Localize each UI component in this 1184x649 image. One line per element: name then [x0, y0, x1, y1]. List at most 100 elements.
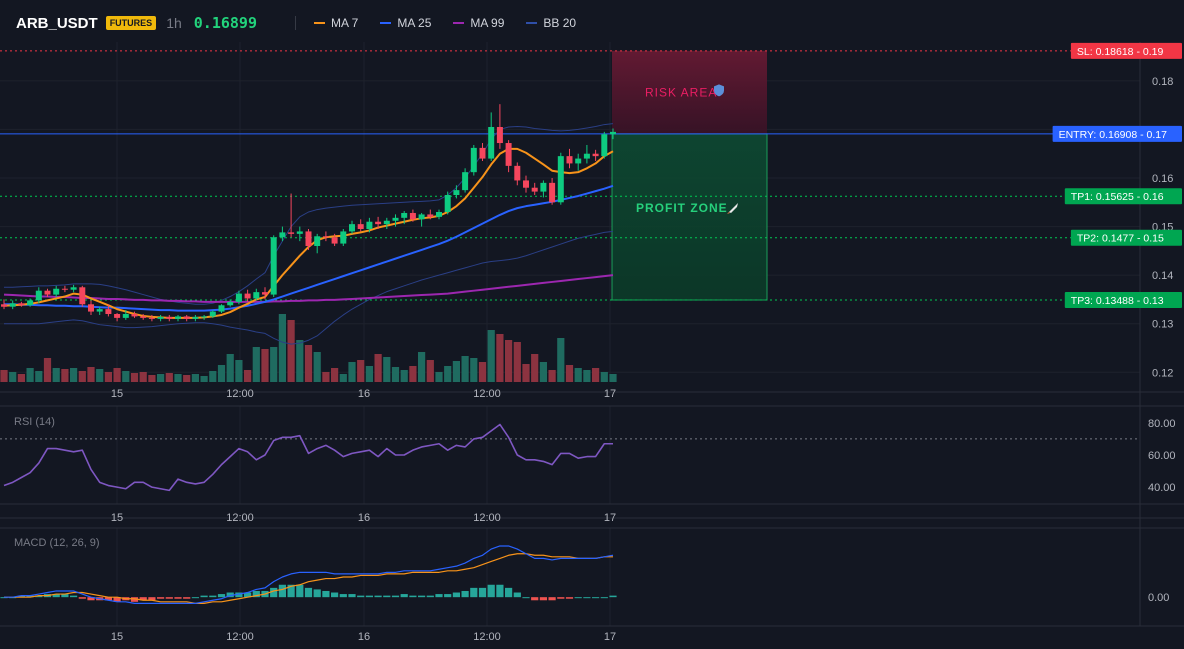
price-axis-tick: 0.14	[1152, 270, 1173, 282]
macd-histogram-bar	[304, 587, 313, 598]
macd-histogram-bar	[444, 594, 452, 598]
candle-body	[235, 293, 242, 302]
candle-body	[70, 287, 77, 290]
macd-histogram-bar	[331, 592, 339, 598]
volume-bar	[70, 368, 78, 382]
volume-bar	[600, 372, 608, 382]
volume-bar	[87, 367, 95, 382]
macd-histogram-bar	[313, 589, 321, 598]
volume-bar	[9, 372, 17, 382]
macd-histogram-bar	[418, 595, 426, 598]
candle-body	[27, 300, 34, 306]
volume-bar	[35, 371, 43, 382]
volume-bar	[113, 368, 121, 382]
candle-body	[409, 212, 416, 220]
candle-body	[218, 305, 225, 312]
volume-bar	[0, 370, 8, 382]
level-tag-text-0: SL: 0.18618 - 0.19	[1077, 46, 1164, 58]
rsi-axis-tick: 60.00	[1148, 450, 1176, 462]
rsi-title: RSI (14)	[14, 416, 55, 428]
volume-bar	[261, 349, 269, 382]
volume-bar	[174, 374, 182, 382]
candle-body	[157, 316, 164, 319]
macd-histogram-bar	[174, 597, 182, 599]
time-axis-label: 15	[111, 512, 123, 524]
time-axis-label: 12:00	[473, 631, 501, 643]
candle-body	[18, 303, 25, 306]
macd-histogram-bar	[522, 597, 530, 599]
volume-bar	[557, 338, 565, 382]
macd-histogram-bar	[78, 597, 86, 599]
level-tag-text-3: TP2: 0.1477 - 0.15	[1077, 233, 1164, 245]
macd-histogram-bar	[565, 597, 574, 599]
candle-body	[540, 182, 547, 192]
candle-body	[183, 316, 190, 319]
candle-body	[253, 292, 260, 299]
macd-histogram-bar	[557, 597, 565, 599]
volume-bar	[209, 371, 217, 382]
candle-body	[366, 221, 373, 229]
volume-bar	[348, 362, 356, 382]
volume-bar	[522, 364, 530, 382]
volume-bar	[461, 356, 469, 382]
macd-histogram-bar	[374, 595, 382, 598]
candle-body	[505, 143, 512, 166]
candle-body	[592, 153, 599, 157]
macd-histogram-bar	[583, 597, 591, 599]
macd-histogram-bar	[296, 584, 304, 598]
volume-bar	[400, 370, 408, 382]
macd-histogram-bar	[165, 597, 173, 599]
price-axis-tick: 0.16	[1152, 173, 1173, 185]
volume-bar	[122, 371, 130, 382]
candle-body	[340, 231, 347, 244]
macd-histogram-bar	[339, 594, 347, 598]
candle-body	[296, 231, 303, 234]
macd-histogram-bar	[470, 587, 478, 598]
candle-body	[227, 301, 234, 306]
macd-histogram-bar	[531, 597, 539, 601]
candle-body	[314, 236, 321, 246]
level-tag-text-2: TP1: 0.15625 - 0.16	[1071, 191, 1164, 203]
volume-bar	[339, 374, 347, 382]
volume-bar	[583, 370, 591, 382]
candle-body	[44, 290, 51, 295]
candle-body	[79, 287, 86, 305]
volume-bar	[435, 372, 443, 382]
candle-body	[401, 212, 408, 218]
candle-body	[610, 131, 616, 135]
time-axis-label: 12:00	[473, 512, 501, 524]
volume-bar	[365, 366, 373, 382]
price-axis-tick: 0.18	[1152, 76, 1173, 88]
time-axis-label: 16	[358, 388, 370, 400]
volume-bar	[418, 352, 426, 382]
trading-chart[interactable]: 0.180.170.160.150.140.130.12RISK AREAPRO…	[0, 0, 1184, 649]
time-axis-label: 12:00	[226, 631, 254, 643]
volume-bar	[96, 369, 104, 382]
volume-bar	[505, 340, 513, 382]
volume-bar	[478, 362, 487, 382]
volume-bar	[513, 342, 521, 382]
volume-bar	[43, 358, 52, 382]
profit-zone-label: PROFIT ZONE	[636, 201, 728, 215]
macd-histogram-bar	[348, 594, 356, 598]
candle-body	[383, 220, 390, 225]
candle-body	[288, 232, 295, 234]
candle-body	[549, 182, 556, 203]
volume-bar	[331, 368, 339, 382]
candle-body	[53, 288, 60, 295]
volume-bar	[452, 361, 460, 382]
volume-bar	[183, 375, 191, 382]
macd-histogram-bar	[217, 594, 226, 598]
volume-bar	[244, 370, 252, 382]
macd-histogram-bar	[400, 594, 408, 598]
macd-histogram-bar	[539, 597, 547, 601]
macd-histogram-bar	[365, 595, 373, 598]
volume-bar	[139, 372, 147, 382]
volume-bar	[296, 340, 304, 382]
candle-body	[305, 231, 312, 246]
volume-bar	[61, 369, 69, 382]
volume-bar	[78, 371, 86, 382]
volume-bar	[217, 365, 226, 382]
volume-bar	[200, 376, 208, 382]
candle-body	[488, 127, 495, 159]
